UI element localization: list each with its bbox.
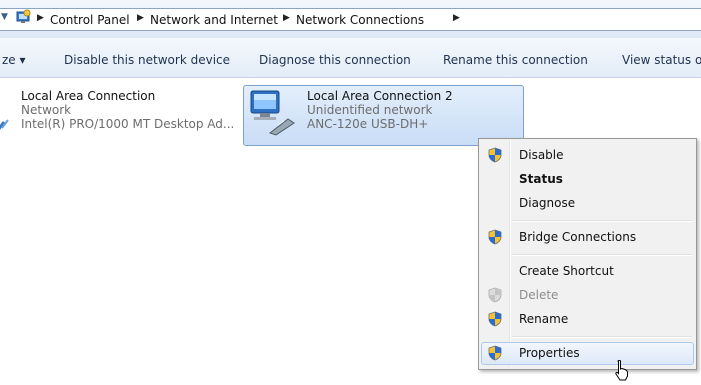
address-bar-area: ▼ ▶ Control Panel ▶ Network and Internet… (0, 0, 701, 38)
menu-item-label: Diagnose (519, 196, 576, 210)
menu-item-delete: Delete (481, 284, 694, 307)
uac-shield-icon (487, 229, 503, 248)
menu-separator (512, 254, 692, 256)
network-adapter-icon (248, 89, 296, 140)
connection-device: ANC-120e USB-DH+ (307, 117, 429, 131)
view-status-button[interactable]: View status of (622, 53, 701, 67)
menu-item-bridge-connections[interactable]: Bridge Connections (481, 226, 694, 249)
breadcrumb-network-connections[interactable]: Network Connections (296, 13, 424, 27)
organize-button[interactable]: ze ▾ (2, 53, 26, 67)
menu-item-disable[interactable]: Disable (481, 144, 694, 167)
breadcrumb-network-and-internet[interactable]: Network and Internet (150, 13, 278, 27)
control-panel-icon (15, 9, 31, 28)
breadcrumb-separator-icon[interactable]: ▶ (37, 13, 44, 23)
menu-item-diagnose[interactable]: Diagnose (481, 192, 694, 215)
breadcrumb-control-panel[interactable]: Control Panel (50, 13, 130, 27)
context-menu: Disable Status Diagnose Bridge Connectio… (478, 138, 697, 370)
breadcrumb-separator-icon[interactable]: ▶ (283, 13, 290, 23)
disable-device-button[interactable]: Disable this network device (64, 53, 230, 67)
menu-item-label: Disable (519, 148, 564, 162)
breadcrumb-separator-icon[interactable]: ▶ (453, 13, 460, 23)
command-bar: ze ▾ Disable this network device Diagnos… (0, 38, 701, 78)
menu-separator (512, 336, 692, 338)
uac-shield-icon (487, 147, 503, 166)
menu-item-status[interactable]: Status (481, 168, 694, 191)
menu-separator (512, 220, 692, 222)
history-dropdown-icon[interactable]: ▼ (1, 12, 8, 22)
connection-status: Network (21, 103, 72, 117)
menu-item-label: Status (519, 172, 563, 186)
connection-status: Unidentified network (307, 103, 433, 117)
menu-item-label: Bridge Connections (519, 230, 637, 244)
uac-shield-icon (487, 311, 503, 330)
menu-item-rename[interactable]: Rename (481, 308, 694, 331)
connection-name: Local Area Connection (21, 89, 156, 103)
menu-item-properties[interactable]: Properties (481, 342, 694, 365)
menu-item-label: Delete (519, 288, 559, 302)
menu-item-label: Properties (519, 346, 580, 360)
uac-shield-icon (487, 287, 503, 306)
breadcrumb-separator-icon[interactable]: ▶ (137, 13, 144, 23)
uac-shield-icon (487, 345, 503, 364)
rename-connection-button[interactable]: Rename this connection (443, 53, 588, 67)
connection-device: Intel(R) PRO/1000 MT Desktop Ad... (21, 117, 235, 131)
network-adapter-icon (0, 118, 10, 135)
diagnose-connection-button[interactable]: Diagnose this connection (259, 53, 411, 67)
connection-name: Local Area Connection 2 (307, 89, 453, 103)
address-bar[interactable]: ▼ ▶ Control Panel ▶ Network and Internet… (0, 8, 701, 31)
mouse-cursor-icon (614, 359, 630, 385)
menu-item-create-shortcut[interactable]: Create Shortcut (481, 260, 694, 283)
menu-item-label: Rename (519, 312, 569, 326)
menu-item-label: Create Shortcut (519, 264, 614, 278)
